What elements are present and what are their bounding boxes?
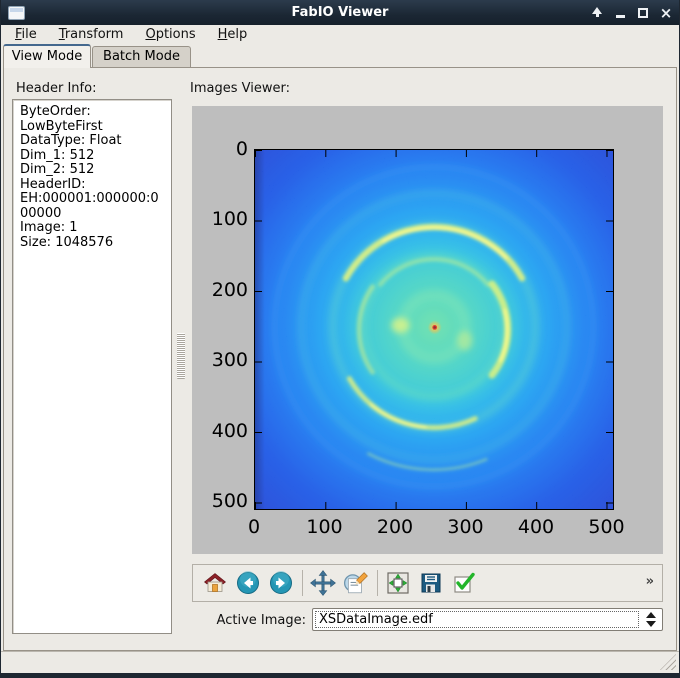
images-viewer-label: Images Viewer: — [190, 81, 290, 96]
menu-help-rest: elp — [227, 27, 247, 42]
close-icon: × — [660, 6, 673, 20]
app-window: FabIO Viewer × File Transform Options He… — [0, 0, 680, 678]
save-icon — [419, 571, 443, 595]
menu-bar: File Transform Options Help — [1, 25, 679, 44]
tab-view-mode[interactable]: View Mode — [3, 44, 91, 68]
combobox-spinner[interactable] — [642, 611, 660, 628]
diffraction-plot[interactable] — [254, 149, 614, 510]
diffraction-image — [255, 150, 613, 509]
shade-icon — [592, 7, 602, 14]
menu-transform-rest: ransform — [65, 27, 124, 42]
minimize-icon — [616, 15, 625, 18]
forward-icon — [269, 571, 293, 595]
navigation-toolbar: » — [192, 564, 663, 602]
x-tick-label: 500 — [588, 516, 624, 538]
view-mode-pane: Header Info: ByteOrder: LowByteFirst Dat… — [3, 67, 677, 651]
configure-subplots-button[interactable] — [384, 569, 412, 597]
close-button[interactable]: × — [659, 6, 673, 20]
maximize-button[interactable] — [636, 6, 650, 20]
toolbar-separator — [302, 570, 303, 596]
y-tick-label: 100 — [200, 208, 248, 230]
y-tick-label: 500 — [200, 490, 248, 512]
x-tick-label: 300 — [447, 516, 483, 538]
x-tick-label: 100 — [306, 516, 342, 538]
minimize-button[interactable] — [613, 6, 627, 20]
pan-button[interactable] — [309, 569, 337, 597]
configure-subplots-icon — [386, 571, 410, 595]
x-tick-label: 0 — [248, 516, 260, 538]
pan-icon — [310, 570, 336, 596]
menu-transform[interactable]: Transform — [59, 27, 124, 42]
home-button[interactable] — [201, 569, 229, 597]
spin-down-icon — [646, 621, 656, 627]
splitter-handle[interactable] — [177, 333, 185, 379]
customize-button[interactable] — [450, 569, 478, 597]
plot-canvas[interactable]: 0 100 200 300 400 500 0 100 200 300 400 … — [192, 106, 663, 554]
back-button[interactable] — [234, 569, 262, 597]
zoom-to-rect-button[interactable] — [342, 569, 370, 597]
menu-help-mnemonic: H — [218, 27, 228, 42]
menu-file-rest: ile — [22, 27, 37, 42]
zoom-to-rect-icon — [343, 570, 369, 596]
menu-file[interactable]: File — [15, 27, 37, 42]
menu-help[interactable]: Help — [218, 27, 248, 42]
window-controls: × — [590, 0, 673, 25]
menu-options[interactable]: Options — [145, 27, 195, 42]
tab-bar: View Mode Batch Mode — [1, 44, 679, 68]
header-info-text[interactable]: ByteOrder: LowByteFirst DataType: Float … — [12, 99, 172, 634]
y-tick-label: 200 — [200, 279, 248, 301]
toolbar-separator — [377, 570, 378, 596]
home-icon — [203, 571, 227, 595]
status-bar — [1, 651, 679, 673]
customize-icon — [452, 571, 476, 595]
window-title: FabIO Viewer — [1, 5, 679, 20]
forward-button[interactable] — [267, 569, 295, 597]
back-icon — [236, 571, 260, 595]
menu-options-mnemonic: O — [145, 27, 155, 42]
shade-button[interactable] — [590, 6, 604, 20]
x-tick-label: 400 — [518, 516, 554, 538]
toolbar-overflow-button[interactable]: » — [646, 574, 654, 589]
save-button[interactable] — [417, 569, 445, 597]
y-tick-label: 300 — [200, 349, 248, 371]
active-image-combobox[interactable] — [312, 608, 663, 631]
active-image-field[interactable] — [315, 611, 639, 628]
maximize-icon — [638, 8, 648, 18]
spin-up-icon — [646, 612, 656, 618]
x-tick-label: 200 — [377, 516, 413, 538]
app-body: FabIO Viewer × File Transform Options He… — [1, 0, 679, 673]
y-tick-label: 0 — [200, 138, 248, 160]
y-tick-label: 400 — [200, 420, 248, 442]
header-info-label: Header Info: — [16, 81, 96, 96]
menu-options-rest: ptions — [156, 27, 196, 42]
resize-grip[interactable] — [660, 654, 676, 670]
tab-batch-mode[interactable]: Batch Mode — [92, 46, 191, 68]
title-bar[interactable]: FabIO Viewer × — [1, 0, 679, 25]
active-image-label: Active Image: — [192, 613, 306, 628]
